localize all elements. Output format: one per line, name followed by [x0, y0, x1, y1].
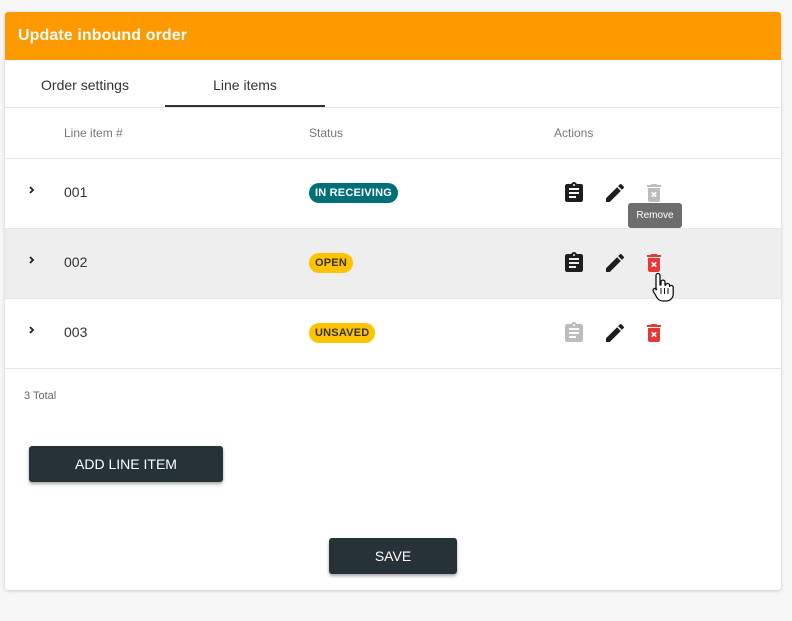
trash-icon[interactable] — [642, 181, 666, 205]
save-button[interactable]: SAVE — [329, 538, 457, 574]
status-badge: OPEN — [309, 253, 353, 273]
column-header-actions: Actions — [554, 126, 594, 140]
add-line-item-button[interactable]: ADD LINE ITEM — [29, 446, 223, 482]
active-tab-indicator — [165, 105, 325, 107]
table-row: 003 UNSAVED — [5, 299, 781, 369]
pencil-icon[interactable] — [603, 321, 627, 345]
line-item-number: 002 — [64, 254, 88, 270]
tab-bar: Order settings Line items — [5, 60, 781, 108]
dialog-title: Update inbound order — [18, 27, 188, 44]
table-header: Line item # Status Actions — [5, 108, 781, 159]
status-badge: IN RECEIVING — [309, 183, 398, 203]
hand-pointer-icon — [649, 271, 677, 303]
line-item-number: 003 — [64, 324, 88, 340]
tab-order-settings[interactable]: Order settings — [5, 60, 165, 107]
update-inbound-order-dialog: Update inbound order Order settings Line… — [5, 12, 781, 590]
total-count: 3 Total — [24, 390, 57, 402]
pencil-icon[interactable] — [603, 251, 627, 275]
status-badge: UNSAVED — [309, 323, 376, 343]
dialog-header: Update inbound order — [5, 12, 781, 60]
clipboard-icon[interactable] — [562, 321, 586, 345]
pencil-icon[interactable] — [603, 181, 627, 205]
chevron-right-icon[interactable] — [27, 253, 37, 267]
trash-icon[interactable] — [642, 321, 666, 345]
column-header-line-item: Line item # — [64, 126, 123, 140]
tab-line-items[interactable]: Line items — [165, 60, 325, 107]
clipboard-icon[interactable] — [562, 251, 586, 275]
chevron-right-icon[interactable] — [27, 323, 37, 337]
clipboard-icon[interactable] — [562, 181, 586, 205]
line-item-number: 001 — [64, 184, 88, 200]
remove-tooltip: Remove — [628, 203, 682, 228]
column-header-status: Status — [309, 126, 344, 140]
chevron-right-icon[interactable] — [27, 183, 37, 197]
